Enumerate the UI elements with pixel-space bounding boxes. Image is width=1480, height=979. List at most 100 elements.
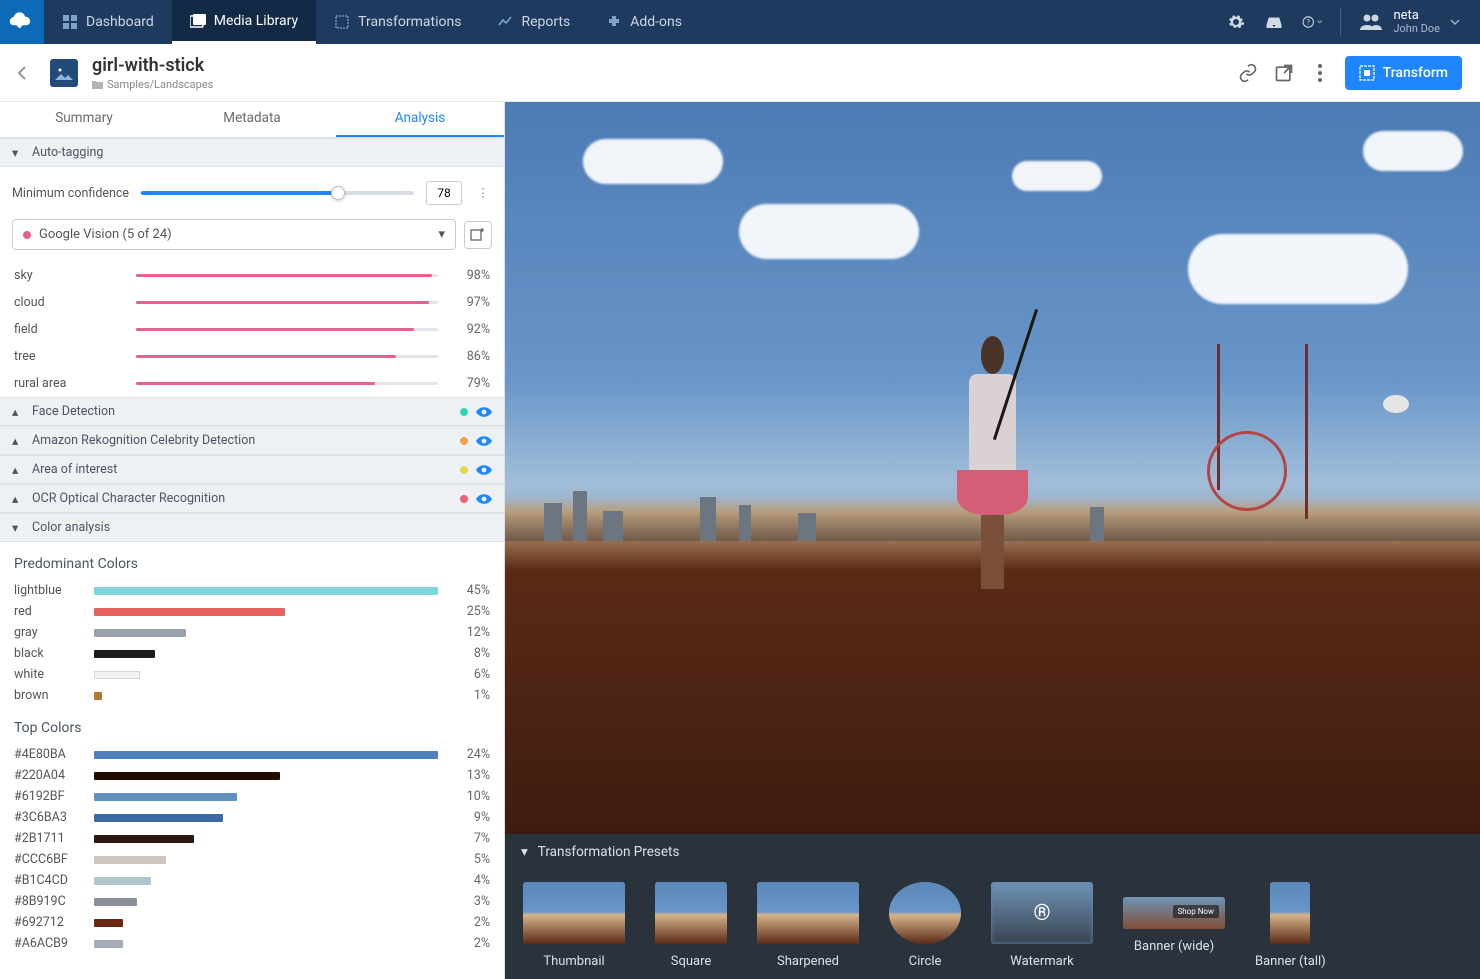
- tag-pct: 98%: [450, 268, 490, 283]
- tag-provider-select[interactable]: Google Vision (5 of 24) ▾: [12, 219, 456, 250]
- inbox-icon[interactable]: [1264, 12, 1284, 32]
- color-label: #692712: [14, 915, 82, 930]
- color-label: #6192BF: [14, 789, 82, 804]
- nav-reports[interactable]: Reports: [479, 0, 588, 44]
- section-area-of-interest[interactable]: ▴ Area of interest: [0, 455, 504, 484]
- status-dot: [460, 466, 468, 474]
- confidence-menu-icon[interactable]: ⋮: [474, 185, 492, 201]
- color-label: #4E80BA: [14, 747, 82, 762]
- nav-addons[interactable]: Add-ons: [588, 0, 700, 44]
- section-face-detection[interactable]: ▴ Face Detection: [0, 397, 504, 426]
- folder-icon: [92, 80, 103, 89]
- section-color-analysis[interactable]: ▾ Color analysis: [0, 513, 504, 542]
- color-bar: [94, 835, 438, 843]
- section-auto-tagging[interactable]: ▾ Auto-tagging: [0, 138, 504, 167]
- preset-item[interactable]: ® Watermark: [991, 882, 1093, 969]
- color-pct: 5%: [450, 852, 490, 867]
- visibility-icon[interactable]: [476, 493, 492, 505]
- user-name: neta: [1393, 9, 1440, 23]
- main-image: [505, 102, 1480, 834]
- preset-item[interactable]: Thumbnail: [523, 882, 625, 969]
- tab-analysis[interactable]: Analysis: [336, 102, 504, 137]
- back-button[interactable]: [10, 60, 36, 86]
- asset-type-icon: [50, 59, 78, 87]
- nav-dashboard[interactable]: Dashboard: [44, 0, 172, 44]
- color-bar: [94, 898, 438, 906]
- tab-metadata[interactable]: Metadata: [168, 102, 336, 137]
- presets-header[interactable]: ▾ Transformation Presets: [505, 834, 1480, 870]
- predominant-colors-title: Predominant Colors: [0, 542, 504, 580]
- color-label: lightblue: [14, 583, 82, 598]
- color-row: red 25%: [0, 601, 504, 622]
- preset-item[interactable]: Banner (tall): [1255, 882, 1326, 969]
- color-pct: 3%: [450, 894, 490, 909]
- preset-thumb: [1270, 882, 1310, 944]
- nav-media-library[interactable]: Media Library: [172, 0, 316, 44]
- color-bar: [94, 608, 438, 616]
- more-options-icon[interactable]: [1309, 62, 1331, 84]
- tab-summary[interactable]: Summary: [0, 102, 168, 137]
- preset-item[interactable]: Circle: [889, 882, 961, 969]
- left-panel: Summary Metadata Analysis ▾ Auto-tagging…: [0, 102, 505, 979]
- visibility-icon[interactable]: [476, 464, 492, 476]
- color-row: #2B1711 7%: [0, 828, 504, 849]
- color-bar: [94, 772, 438, 780]
- add-provider-button[interactable]: [464, 221, 492, 249]
- preset-item[interactable]: Sharpened: [757, 882, 859, 969]
- tag-label: sky: [14, 268, 124, 283]
- color-pct: 2%: [450, 936, 490, 951]
- preset-label: Watermark: [1010, 954, 1073, 969]
- color-bar: [94, 692, 438, 700]
- tag-row: cloud 97%: [0, 289, 504, 316]
- status-dot: [460, 437, 468, 445]
- asset-breadcrumb[interactable]: Samples/Landscapes: [92, 78, 213, 91]
- visibility-icon[interactable]: [476, 406, 492, 418]
- confidence-input[interactable]: [426, 181, 462, 205]
- color-pct: 10%: [450, 789, 490, 804]
- nav-label: Add-ons: [630, 14, 682, 30]
- nav-transformations[interactable]: Transformations: [316, 0, 479, 44]
- color-row: #B1C4CD 4%: [0, 870, 504, 891]
- user-sub: John Doe: [1393, 23, 1440, 35]
- color-row: brown 1%: [0, 685, 504, 706]
- tag-row: sky 98%: [0, 262, 504, 289]
- color-label: white: [14, 667, 82, 682]
- tag-row: tree 86%: [0, 343, 504, 370]
- chevron-up-icon: ▴: [12, 406, 24, 418]
- preset-label: Banner (wide): [1134, 939, 1214, 954]
- preset-item[interactable]: Shop Now Banner (wide): [1123, 882, 1225, 969]
- brand-logo[interactable]: [0, 0, 44, 44]
- user-menu[interactable]: neta John Doe: [1359, 9, 1460, 35]
- settings-icon[interactable]: [1226, 12, 1246, 32]
- section-ocr[interactable]: ▴ OCR Optical Character Recognition: [0, 484, 504, 513]
- color-pct: 8%: [450, 646, 490, 661]
- visibility-icon[interactable]: [476, 435, 492, 447]
- confidence-slider[interactable]: [141, 191, 414, 195]
- color-label: #3C6BA3: [14, 810, 82, 825]
- image-viewer[interactable]: [505, 102, 1480, 834]
- tag-bar: [136, 355, 438, 358]
- tag-pct: 92%: [450, 322, 490, 337]
- transform-button[interactable]: Transform: [1345, 56, 1462, 90]
- tag-row: rural area 79%: [0, 370, 504, 397]
- chevron-down-icon: [1450, 19, 1460, 25]
- dashboard-icon: [62, 14, 78, 30]
- preset-item[interactable]: Square: [655, 882, 727, 969]
- open-external-icon[interactable]: [1273, 62, 1295, 84]
- tag-pct: 79%: [450, 376, 490, 391]
- link-icon[interactable]: [1237, 62, 1259, 84]
- color-pct: 45%: [450, 583, 490, 598]
- color-row: #CCC6BF 5%: [0, 849, 504, 870]
- top-colors-title: Top Colors: [0, 706, 504, 744]
- color-label: #8B919C: [14, 894, 82, 909]
- chevron-down-icon: ▾: [438, 227, 445, 242]
- color-pct: 2%: [450, 915, 490, 930]
- help-icon[interactable]: ?: [1302, 12, 1322, 32]
- tag-label: cloud: [14, 295, 124, 310]
- nav-label: Media Library: [214, 13, 298, 29]
- color-bar: [94, 751, 438, 759]
- section-celebrity-detection[interactable]: ▴ Amazon Rekognition Celebrity Detection: [0, 426, 504, 455]
- chevron-up-icon: ▴: [12, 464, 24, 476]
- color-bar: [94, 587, 438, 595]
- preset-thumb: [523, 882, 625, 944]
